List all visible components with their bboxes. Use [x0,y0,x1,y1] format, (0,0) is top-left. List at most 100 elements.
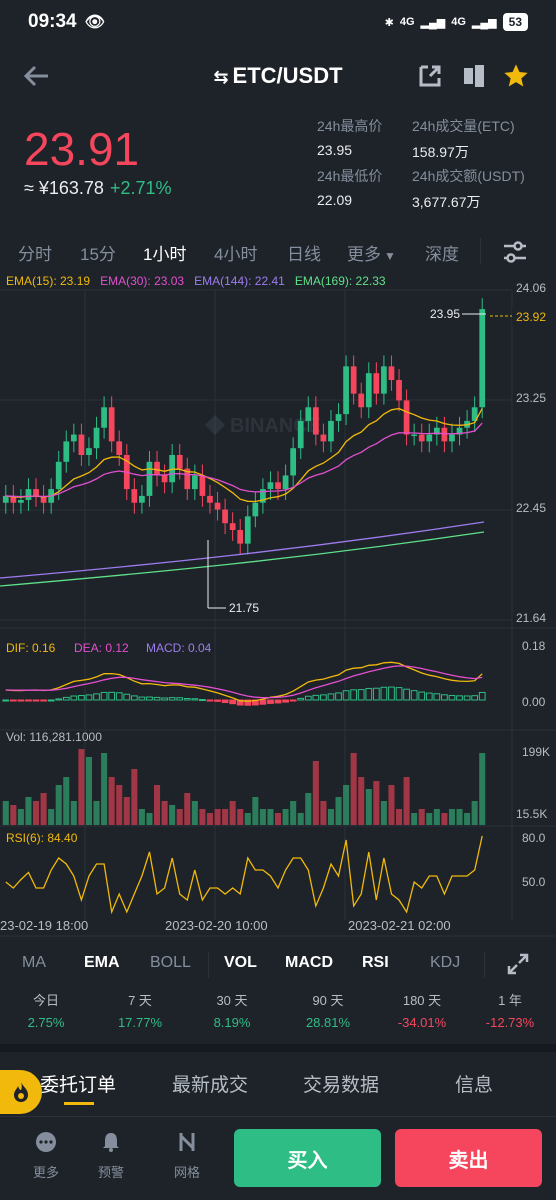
macd-value: MACD: 0.04 [146,641,212,655]
alert-label: 预警 [97,1165,124,1180]
ind-rsi[interactable]: RSI [362,954,389,972]
hot-button[interactable] [0,1070,42,1114]
candle-body [335,414,342,421]
layout-icon [464,65,484,87]
candle-body [328,420,334,442]
macd-bar [161,697,168,701]
candle-body [237,530,244,544]
volume-24h: 24h成交量(ETC) 158.97万 [412,116,515,162]
candle-body [139,495,145,503]
fullscreen-button[interactable] [506,952,530,981]
volume-bar [312,761,319,825]
volume-bar [350,753,357,825]
volume-bar [282,809,289,825]
tf-1h[interactable]: 1小时 [143,240,186,265]
more-label: 更多 [32,1165,59,1180]
ind-kdj[interactable]: KDJ [430,954,460,972]
vol-tick-2: 15.5K [516,807,547,821]
rsi-tick-1: 80.0 [522,831,546,845]
tab-trades[interactable]: 最新成交 [172,1070,248,1097]
macd-bar [259,699,267,705]
performance-row: 今日 2.75% 7 天 17.77% 30 天 8.19% 90 天 28.81% 180 天… [0,990,556,1040]
section-gap [0,1044,556,1052]
candle-body [350,366,357,394]
tf-15m[interactable]: 15分 [80,240,116,265]
candle-body [131,489,138,503]
candle-body [176,455,183,469]
volume-bar [138,809,145,825]
perf-value: 2.75% [27,1015,65,1030]
candle-body [86,448,92,455]
price-tick-4: 21.64 [516,611,546,625]
favorite-button[interactable] [498,58,534,94]
tf-more[interactable]: 更多 ▼ [347,240,396,265]
tf-line[interactable]: 分时 [18,240,52,265]
tf-1d[interactable]: 日线 [287,240,321,265]
macd-bar [191,698,199,701]
macd-bar [40,699,47,702]
macd-bar [183,698,191,701]
candle-body [479,309,486,408]
share-button[interactable] [412,58,448,94]
candle-body [108,407,115,442]
volume-bar [131,769,138,825]
volume-bar [25,797,32,825]
macd-bar [380,686,388,701]
volume-bar [176,809,183,825]
volume-bar [343,785,350,825]
candle-body [101,407,107,428]
perf-item: 今日 2.75% [6,990,86,1030]
candle-body [365,373,372,408]
low-24h: 24h最低价 22.09 [317,166,382,208]
volume-bar [327,809,334,825]
perf-value: -34.01% [397,1015,447,1030]
ind-boll[interactable]: BOLL [150,954,191,972]
volume-bar [33,801,40,825]
candle-body [2,495,9,503]
ind-ma[interactable]: MA [22,954,46,972]
macd-bar [289,699,297,702]
flame-icon [14,1082,28,1102]
ind-ema[interactable]: EMA [84,954,120,972]
sell-button[interactable]: 卖出 [395,1129,542,1187]
tf-4h[interactable]: 4小时 [214,240,257,265]
divider [480,238,481,264]
tf-depth[interactable]: 深度 [425,240,459,265]
candle-body [191,475,198,490]
candle-body [244,516,251,544]
layout-button[interactable] [456,58,492,94]
macd-bar [62,696,70,701]
volume-bar [123,797,130,825]
candle-body [426,434,433,442]
candle-body [358,393,365,408]
kline-chart[interactable]: BINANCE 24.06 23.25 22.45 21.64 23.95 23… [0,270,556,938]
macd-bar [78,695,85,701]
ind-macd[interactable]: MACD [285,954,333,972]
tab-data[interactable]: 交易数据 [303,1070,379,1097]
ind-vol[interactable]: VOL [224,954,257,972]
price-tick-3: 22.45 [516,501,546,515]
candle-body [146,461,153,496]
more-button[interactable]: 更多 [26,1131,66,1181]
grid-button[interactable]: 网格 [167,1131,207,1181]
alert-button[interactable]: 预警 [91,1131,131,1181]
current-price-tag: 23.92 [516,310,546,324]
macd-bar [168,697,176,701]
volume-bar [108,777,115,825]
perf-label: 1 年 [498,993,522,1008]
macd-bar [108,691,116,701]
macd-bar [320,694,327,701]
volume-bar [403,777,410,825]
signal-bars-icon-2: ▂▄▆ [471,16,497,29]
macd-bar [47,699,55,702]
buy-button[interactable]: 买入 [234,1129,381,1187]
candle-body [116,441,123,455]
clock: 09:34 [28,11,77,32]
macd-panel [2,661,486,706]
macd-bar [93,693,100,701]
tab-orders[interactable]: 委托订单 [40,1070,116,1097]
tab-info[interactable]: 信息 [455,1070,493,1097]
chart-settings-button[interactable] [502,240,528,269]
macd-bar [418,691,426,701]
candle-body [70,434,77,442]
